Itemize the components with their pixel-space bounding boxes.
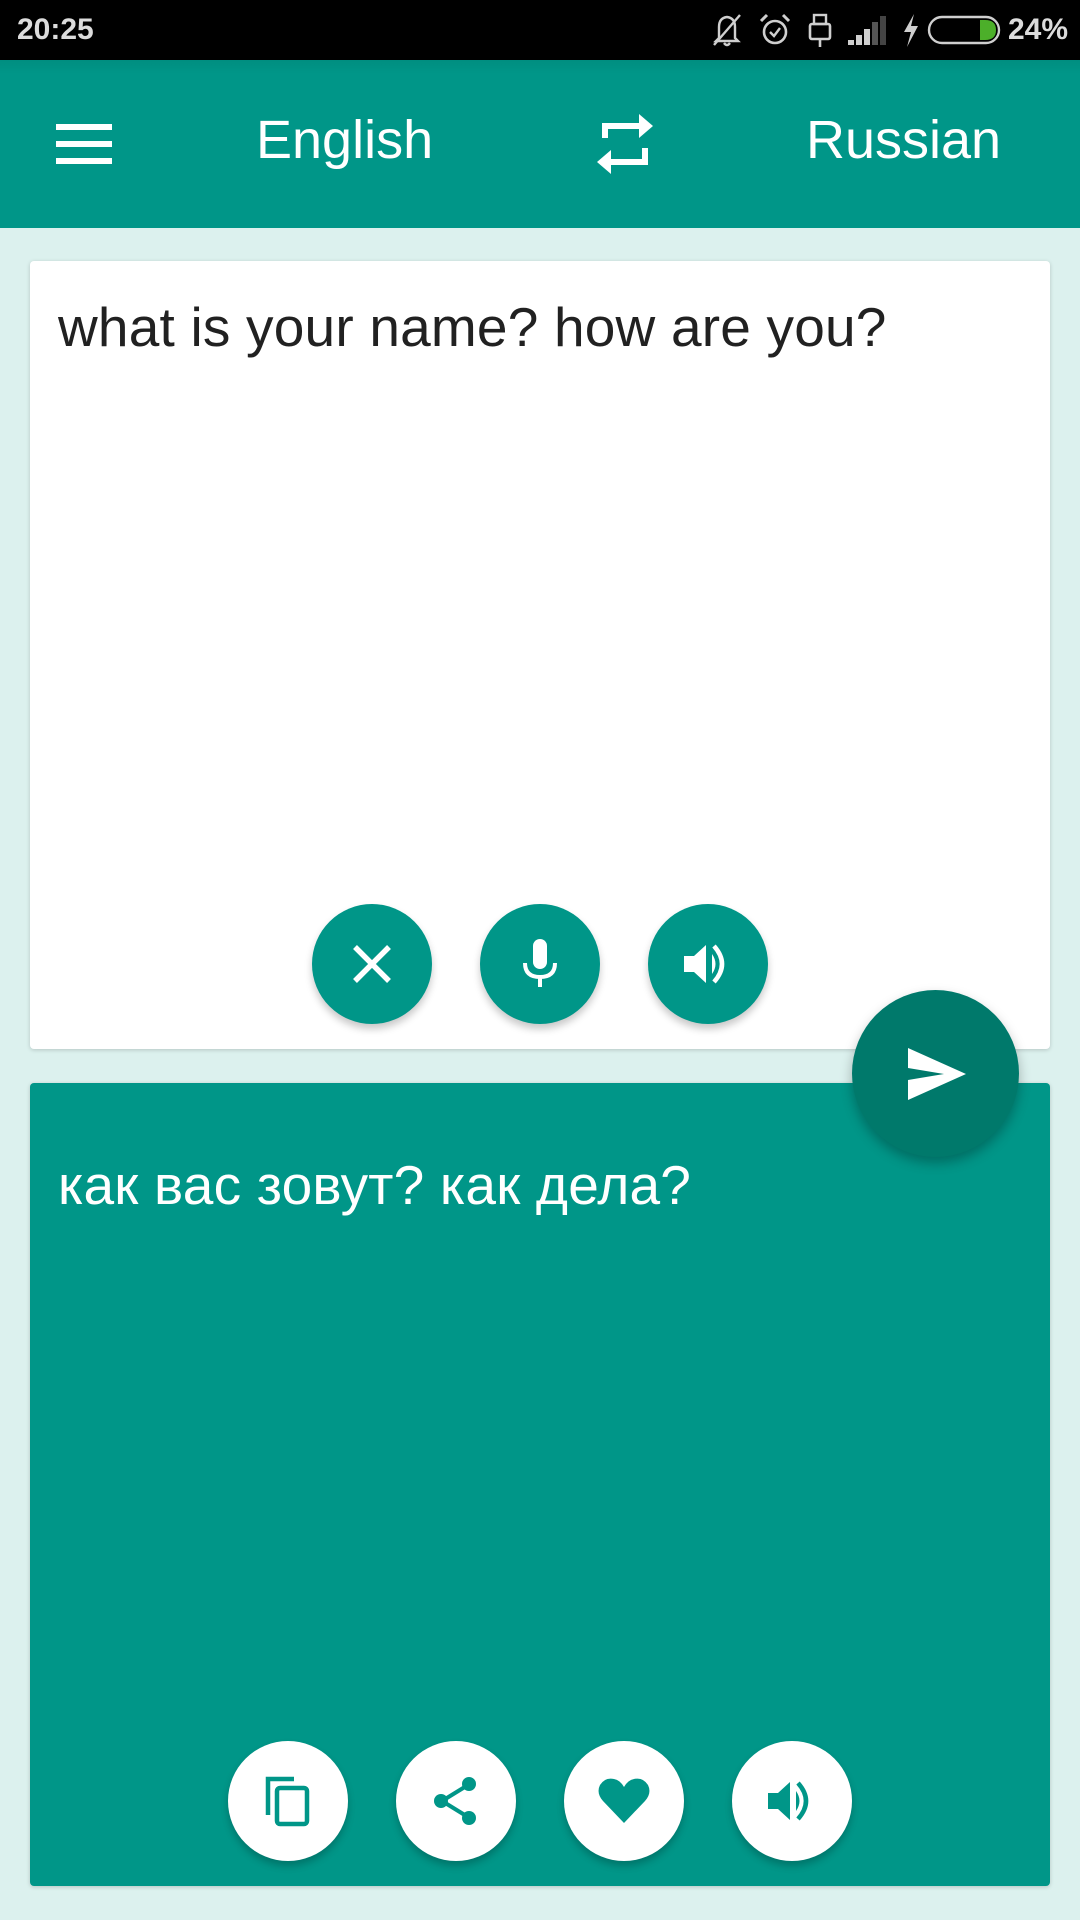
swap-languages-button[interactable] xyxy=(585,104,665,184)
source-text-input[interactable]: what is your name? how are you? xyxy=(58,295,1022,359)
signal-icon xyxy=(846,12,890,48)
target-language-selector[interactable]: Russian xyxy=(806,108,1001,172)
translation-card: как вас зовут? как дела? xyxy=(30,1083,1050,1886)
clear-button[interactable] xyxy=(312,904,432,1024)
battery-icon xyxy=(927,12,1003,48)
share-button[interactable] xyxy=(396,1741,516,1861)
volume-icon xyxy=(684,944,725,984)
charging-bolt-icon xyxy=(901,12,921,48)
copy-button[interactable] xyxy=(228,1741,348,1861)
notifications-off-icon xyxy=(710,12,744,48)
volume-icon xyxy=(768,1781,809,1821)
heart-icon xyxy=(598,1778,650,1823)
usb-icon xyxy=(806,12,834,48)
microphone-button[interactable] xyxy=(480,904,600,1024)
speak-translation-button[interactable] xyxy=(732,1741,852,1861)
speak-source-button[interactable] xyxy=(648,904,768,1024)
swap-languages-icon xyxy=(597,114,653,174)
translation-text: как вас зовут? как дела? xyxy=(58,1154,692,1216)
menu-button[interactable] xyxy=(44,104,124,184)
status-bar: 20:25 24% xyxy=(0,0,1080,60)
microphone-icon xyxy=(523,939,557,987)
source-text-card: what is your name? how are you? xyxy=(30,261,1050,1049)
app-toolbar: English Russian xyxy=(0,60,1080,228)
send-icon xyxy=(908,1048,966,1100)
battery-percent: 24% xyxy=(1008,13,1069,46)
close-icon xyxy=(353,945,391,983)
copy-icon xyxy=(265,1776,310,1827)
translate-button[interactable] xyxy=(852,990,1019,1157)
status-time: 20:25 xyxy=(17,13,94,46)
source-language-selector[interactable]: English xyxy=(256,108,433,172)
alarm-icon xyxy=(758,12,792,48)
favorite-button[interactable] xyxy=(564,1741,684,1861)
share-icon xyxy=(434,1777,476,1825)
